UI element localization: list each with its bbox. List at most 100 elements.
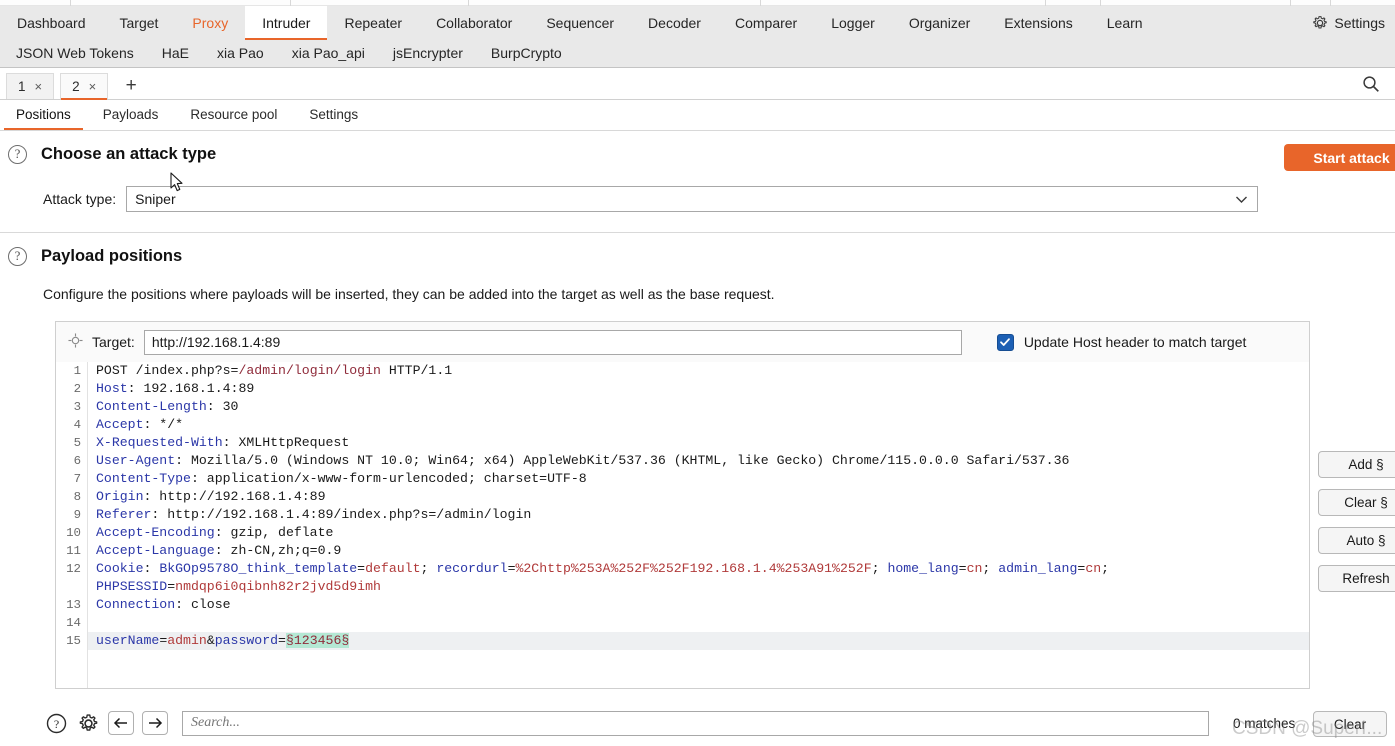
request-line[interactable]: PHPSESSID=nmdqp6i0qibnh82r2jvd5d9imh	[88, 578, 1309, 596]
intruder-positions-panel: ? Choose an attack type Attack type: Sni…	[0, 131, 1395, 746]
tab-intruder[interactable]: Intruder	[245, 6, 328, 40]
main-tab-bar: Dashboard Target Proxy Intruder Repeater Coll…	[0, 6, 1395, 68]
tab-organizer[interactable]: Organizer	[892, 6, 987, 40]
line-number: 14	[66, 616, 81, 630]
line-number: 9	[73, 508, 81, 522]
ext-tab-json-web-tokens[interactable]: JSON Web Tokens	[2, 40, 148, 67]
subtab-positions[interactable]: Positions	[0, 100, 87, 130]
request-line[interactable]: Host: 192.168.1.4:89	[88, 380, 1309, 398]
request-line[interactable]: Cookie: BkGOp9578O_think_template=defaul…	[88, 560, 1309, 578]
request-text: ;	[420, 561, 437, 576]
request-text: X-Requested-With	[96, 435, 223, 450]
request-line[interactable]: Accept-Encoding: gzip, deflate	[88, 524, 1309, 542]
request-text: User-Agent	[96, 453, 176, 468]
request-text: Referer	[96, 507, 152, 522]
button-auto[interactable]: Auto §	[1318, 527, 1395, 554]
request-line[interactable]: User-Agent: Mozilla/5.0 (Windows NT 10.0…	[88, 452, 1309, 470]
search-input[interactable]	[182, 710, 1209, 736]
request-text: home_lang	[887, 561, 959, 576]
request-text: HTTP/1.1	[380, 363, 453, 378]
request-text: : close	[175, 597, 231, 612]
forward-button[interactable]	[142, 711, 168, 735]
request-line[interactable]	[88, 614, 1309, 632]
ext-tab-xia-pao[interactable]: xia Pao	[203, 40, 278, 67]
attack-type-row: Attack type: Sniper	[0, 186, 1395, 212]
update-host-checkbox-row[interactable]: Update Host header to match target	[996, 333, 1247, 351]
update-host-checkbox-label: Update Host header to match target	[1023, 334, 1247, 350]
help-icon-payload-positions[interactable]: ?	[8, 247, 27, 266]
ext-tab-burpcrypto[interactable]: BurpCrypto	[477, 40, 576, 67]
ext-tab-jsencrypter[interactable]: jsEncrypter	[379, 40, 477, 67]
target-url-input[interactable]	[143, 329, 962, 355]
tab-extensions[interactable]: Extensions	[987, 6, 1089, 40]
button-add[interactable]: Add §	[1318, 451, 1395, 478]
request-text: Content-Length	[96, 399, 207, 414]
request-line[interactable]: Content-Length: 30	[88, 398, 1309, 416]
help-icon-attack-type[interactable]: ?	[8, 145, 27, 164]
request-text: =	[278, 633, 286, 648]
request-lines[interactable]: POST /index.php?s=/admin/login/login HTT…	[88, 362, 1309, 650]
http-request-viewer[interactable]: 1 2 3 4 5 6 7 8 9 10 11 12 13 14 15 POST /index.php?s=…	[56, 362, 1309, 688]
request-text: Content-Type	[96, 471, 191, 486]
attack-type-header: ? Choose an attack type	[0, 145, 1395, 164]
clear-search-button[interactable]: Clear	[1313, 711, 1387, 737]
tab-decoder[interactable]: Decoder	[631, 6, 718, 40]
back-button[interactable]	[108, 711, 134, 735]
tab-comparer[interactable]: Comparer	[718, 6, 814, 40]
subtab-resource-pool[interactable]: Resource pool	[174, 100, 293, 130]
start-attack-button[interactable]: Start attack	[1284, 144, 1395, 171]
request-text: =	[958, 561, 967, 576]
match-count: 0 matches	[1233, 715, 1296, 731]
ext-tab-xia-pao_api[interactable]: xia Pao_api	[278, 40, 379, 67]
request-text: POST	[96, 363, 136, 378]
close-icon[interactable]: ×	[35, 79, 43, 94]
tab-proxy[interactable]: Proxy	[175, 6, 245, 40]
extension-tab-row: JSON Web Tokens HaE xia Pao xia Pao_api jsEn…	[0, 40, 1395, 67]
request-text: PHPSESSID	[96, 579, 168, 594]
close-icon[interactable]: ×	[89, 79, 97, 94]
attack-type-title: Choose an attack type	[41, 145, 217, 163]
attack-tab-2[interactable]: 2 ×	[60, 73, 109, 100]
attack-type-value: Sniper	[135, 191, 176, 207]
gear-icon-bottom[interactable]	[76, 711, 100, 735]
request-text: Accept	[96, 417, 144, 432]
request-line[interactable]: userName=admin&password=§123456§	[88, 632, 1309, 650]
update-host-checkbox[interactable]	[996, 333, 1014, 351]
request-line[interactable]: Origin: http://192.168.1.4:89	[88, 488, 1309, 506]
help-icon-bottom[interactable]: ?	[44, 711, 68, 735]
crosshair-icon	[68, 333, 83, 351]
request-text: default	[365, 561, 421, 576]
attack-tab-label: 2	[72, 79, 80, 94]
attack-type-select[interactable]: Sniper	[126, 186, 1259, 212]
editor-bottom-toolbar: ? 0 matches	[0, 700, 1395, 746]
subtab-payloads[interactable]: Payloads	[87, 100, 175, 130]
tab-repeater[interactable]: Repeater	[327, 6, 419, 40]
payload-marker[interactable]: §123456§	[285, 633, 350, 648]
request-line[interactable]: Content-Type: application/x-www-form-url…	[88, 470, 1309, 488]
tab-collaborator[interactable]: Collaborator	[419, 6, 529, 40]
ext-tab-hae[interactable]: HaE	[148, 40, 203, 67]
attack-tab-1[interactable]: 1 ×	[6, 73, 55, 99]
request-line[interactable]: Accept-Language: zh-CN,zh;q=0.9	[88, 542, 1309, 560]
subtab-settings[interactable]: Settings	[293, 100, 374, 130]
request-line[interactable]: X-Requested-With: XMLHttpRequest	[88, 434, 1309, 452]
request-line[interactable]: POST /index.php?s=/admin/login/login HTT…	[88, 362, 1309, 380]
request-text: /index.php?s=	[135, 363, 239, 378]
request-line[interactable]: Referer: http://192.168.1.4:89/index.php…	[88, 506, 1309, 524]
request-text: admin_lang	[998, 561, 1078, 576]
burp-suite-window: Dashboard Target Proxy Intruder Repeater Coll…	[0, 0, 1395, 746]
tab-learn[interactable]: Learn	[1090, 6, 1160, 40]
button-refresh[interactable]: Refresh	[1318, 565, 1395, 592]
tab-search-button[interactable]	[1361, 74, 1381, 94]
request-line[interactable]: Accept: */*	[88, 416, 1309, 434]
tab-settings-global[interactable]: Settings	[1298, 6, 1395, 40]
tab-dashboard[interactable]: Dashboard	[0, 6, 103, 40]
button-clear[interactable]: Clear §	[1318, 489, 1395, 516]
request-line[interactable]: Connection: close	[88, 596, 1309, 614]
tab-target[interactable]: Target	[103, 6, 176, 40]
target-row: Target: Update Host header to match targ…	[56, 322, 1309, 362]
tab-sequencer[interactable]: Sequencer	[529, 6, 631, 40]
tab-logger[interactable]: Logger	[814, 6, 892, 40]
new-attack-tab-button[interactable]: +	[116, 73, 146, 99]
chevron-down-icon	[1235, 191, 1248, 207]
